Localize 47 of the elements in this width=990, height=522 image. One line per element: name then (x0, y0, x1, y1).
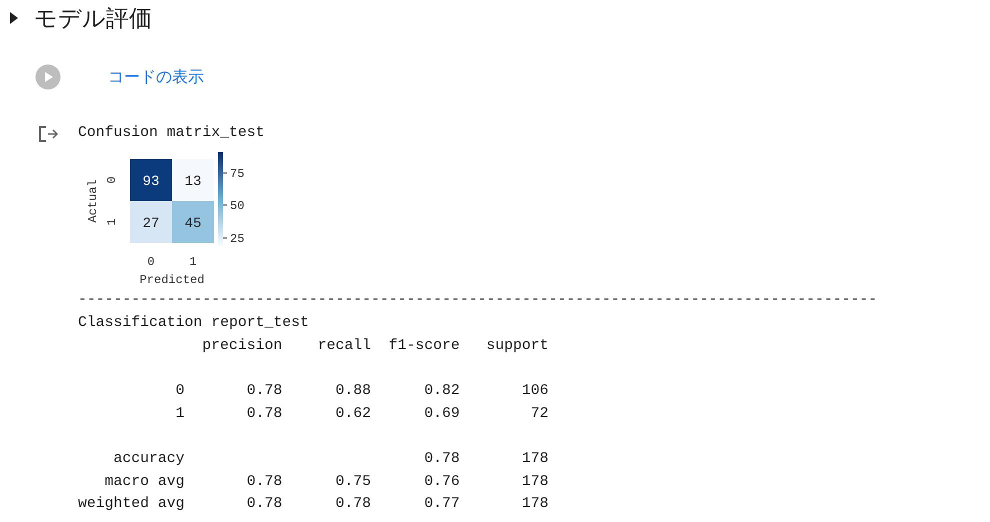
table-cell: 0.78 (246, 496, 282, 512)
table-cell: 178 (522, 496, 549, 512)
table-cell: 0.76 (424, 474, 460, 490)
table-cell: 178 (522, 474, 549, 490)
heatmap-value: 93 (142, 174, 160, 190)
output-text: Confusion matrix_test (78, 124, 266, 143)
table-cell: 0.77 (424, 496, 460, 512)
table-cell: 178 (522, 450, 549, 467)
table-cell: 0.78 (246, 474, 282, 490)
row-label: accuracy (114, 450, 185, 467)
caret-right-icon[interactable] (9, 12, 19, 24)
axis-label: Actual (86, 179, 100, 223)
table-cell: 0.82 (424, 383, 460, 400)
table-cell: 0.69 (424, 406, 460, 422)
table-cell: 72 (530, 406, 549, 422)
output-icon (38, 124, 60, 144)
column-header: f1-score (388, 338, 460, 354)
row-label: 0 (176, 383, 185, 400)
section-title: モデル評価 (34, 4, 152, 34)
table-cell: 0.78 (424, 450, 460, 467)
column-header: precision (202, 338, 282, 354)
table-cell: 0.78 (246, 383, 282, 400)
table-cell: 0.78 (246, 406, 282, 422)
axis-label: Predicted (140, 273, 204, 287)
table-cell: 0.62 (335, 406, 371, 422)
heatmap-value: 27 (142, 216, 160, 232)
table-cell: 106 (522, 383, 549, 400)
row-label: 1 (105, 218, 119, 226)
heatmap-value: 45 (184, 216, 202, 232)
output-text: Classification report_test (78, 314, 310, 333)
table-cell: 0.88 (335, 383, 371, 400)
colorbar-tick: 50 (230, 199, 244, 213)
row-label: weighted avg (78, 496, 185, 512)
row-label: 1 (176, 406, 185, 422)
separator-line: ------------------------------------------------------------------------------------------ (78, 291, 878, 310)
table-cell: 0.78 (335, 496, 371, 512)
table-cell: 0.75 (335, 474, 371, 490)
heatmap-value: 13 (184, 174, 202, 190)
column-label: 0 (147, 255, 155, 269)
colorbar-tick: 25 (230, 232, 244, 246)
row-label: macro avg (104, 474, 185, 490)
row-label: 0 (105, 176, 119, 184)
colorbar-tick: 75 (230, 167, 244, 181)
column-label: 1 (189, 255, 197, 269)
show-code-link[interactable]: コードの表示 (108, 66, 204, 88)
column-header: recall (318, 338, 371, 354)
column-header: support (486, 338, 549, 354)
